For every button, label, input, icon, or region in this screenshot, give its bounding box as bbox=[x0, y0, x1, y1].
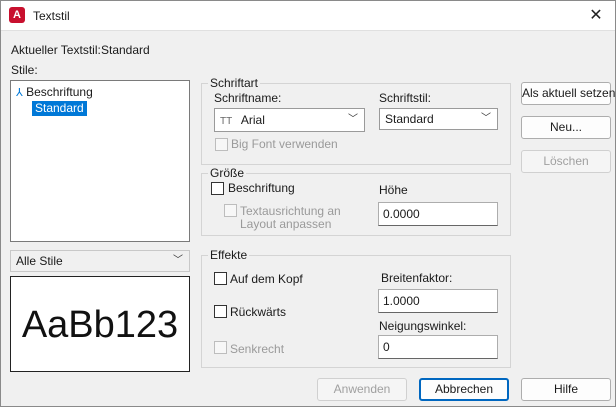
title-bar: A Textstil ✕ bbox=[1, 1, 615, 31]
cancel-button[interactable]: Abbrechen bbox=[419, 378, 509, 401]
match-orientation-label-line2: Layout anpassen bbox=[240, 217, 332, 231]
bigfont-label: Big Font verwenden bbox=[231, 137, 338, 151]
set-current-button[interactable]: Als aktuell setzen bbox=[521, 82, 615, 105]
list-item-selected[interactable]: Standard bbox=[32, 101, 87, 116]
font-style-label: Schriftstil: bbox=[379, 91, 432, 105]
textstil-dialog: A Textstil ✕ Aktueller Textstil: Standar… bbox=[0, 0, 616, 407]
delete-style-button[interactable]: Löschen bbox=[521, 150, 611, 173]
chevron-down-icon: ﹀ bbox=[173, 255, 183, 266]
effects-group-legend: Effekte bbox=[208, 248, 250, 262]
oblique-angle-input[interactable]: 0 bbox=[378, 335, 498, 359]
current-style-label: Aktueller Textstil: bbox=[11, 43, 101, 57]
autocad-app-icon: A bbox=[9, 7, 25, 23]
match-orientation-label-line1: Textausrichtung an bbox=[240, 204, 341, 218]
font-name-dropdown[interactable]: TT Arial ﹀ bbox=[214, 108, 365, 132]
backwards-checkbox[interactable] bbox=[214, 305, 227, 318]
vertical-checkbox[interactable] bbox=[214, 341, 227, 354]
upside-down-label: Auf dem Kopf bbox=[230, 272, 303, 286]
oblique-angle-label: Neigungswinkel: bbox=[379, 319, 467, 333]
font-name-value: Arial bbox=[240, 113, 265, 127]
truetype-font-icon: TT bbox=[220, 116, 233, 127]
style-filter-dropdown[interactable]: Alle Stile ﹀ bbox=[10, 250, 190, 272]
new-style-button[interactable]: Neu... bbox=[521, 116, 611, 139]
chevron-down-icon: ﹀ bbox=[481, 113, 491, 124]
close-icon[interactable]: ✕ bbox=[581, 2, 611, 29]
font-group-legend: Schriftart bbox=[208, 76, 261, 90]
annotative-icon: ⅄ bbox=[16, 87, 23, 99]
height-input[interactable]: 0.0000 bbox=[378, 202, 498, 226]
vertical-label: Senkrecht bbox=[230, 342, 285, 356]
preview-text: AaBb123 bbox=[21, 304, 179, 346]
annotative-checkbox[interactable] bbox=[211, 182, 224, 195]
window-title: Textstil bbox=[33, 9, 70, 23]
size-group-legend: Größe bbox=[208, 166, 247, 180]
backwards-label: Rückwärts bbox=[230, 305, 287, 319]
upside-down-checkbox[interactable] bbox=[214, 272, 227, 285]
font-style-value: Standard bbox=[385, 112, 434, 126]
list-item-label: Beschriftung bbox=[26, 85, 93, 99]
width-factor-label: Breitenfaktor: bbox=[381, 271, 453, 285]
current-style-value: Standard bbox=[101, 43, 150, 57]
chevron-down-icon: ﹀ bbox=[348, 114, 358, 125]
font-name-label: Schriftname: bbox=[214, 91, 282, 105]
apply-button[interactable]: Anwenden bbox=[317, 378, 407, 401]
preview-box: AaBb123 bbox=[10, 276, 190, 372]
annotative-label: Beschriftung bbox=[228, 181, 295, 195]
styles-listbox[interactable]: ⅄ Beschriftung Standard bbox=[10, 80, 190, 242]
styles-label: Stile: bbox=[11, 63, 38, 77]
list-item[interactable]: ⅄ Beschriftung bbox=[16, 85, 93, 100]
height-label: Höhe bbox=[379, 183, 408, 197]
width-factor-input[interactable]: 1.0000 bbox=[378, 289, 498, 313]
style-filter-value: Alle Stile bbox=[16, 254, 63, 268]
font-style-dropdown[interactable]: Standard ﹀ bbox=[379, 108, 498, 130]
match-orientation-checkbox[interactable] bbox=[224, 204, 237, 217]
help-button[interactable]: Hilfe bbox=[521, 378, 611, 401]
bigfont-checkbox[interactable] bbox=[215, 138, 228, 151]
